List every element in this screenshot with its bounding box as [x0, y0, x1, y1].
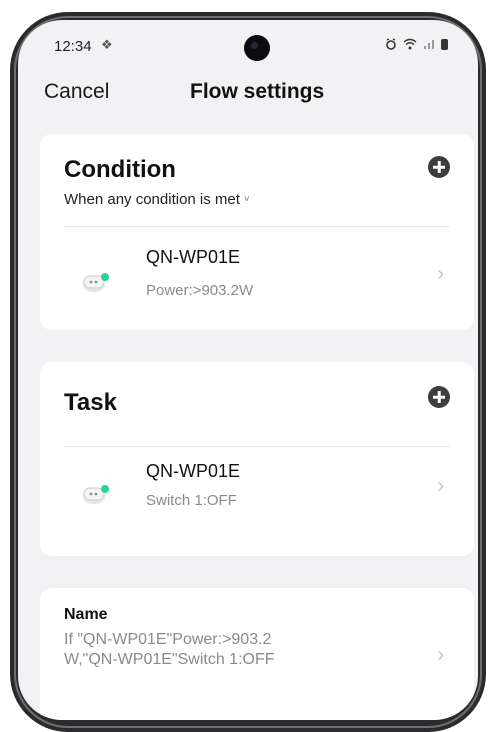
smart-plug-icon — [83, 485, 109, 504]
page-title: Flow settings — [190, 80, 325, 103]
task-item[interactable]: QN-WP01E Switch 1:OFF › — [40, 447, 474, 547]
chevron-right-icon: › — [437, 475, 444, 497]
front-camera — [244, 35, 270, 61]
alarm-icon — [386, 38, 396, 50]
nav-header: Cancel Flow settings — [18, 78, 478, 118]
name-label: Name — [64, 606, 108, 623]
name-value: If "QN-WP01E"Power:>903.2W,"QN-WP01E"Swi… — [64, 631, 275, 668]
vibrate-icon: ❖ — [101, 37, 113, 52]
smart-plug-icon — [83, 273, 109, 292]
chevron-right-icon: › — [437, 263, 444, 285]
task-title: Task — [64, 389, 117, 416]
condition-card: Condition When any condition is met ˅ QN-… — [40, 134, 474, 330]
status-icons — [385, 38, 448, 50]
task-card: Task QN-WP01E Switch 1:OFF › — [40, 362, 474, 556]
chevron-down-icon: ˅ — [243, 194, 250, 205]
cancel-button[interactable]: Cancel — [44, 80, 109, 104]
wifi-icon — [403, 38, 417, 50]
condition-mode-selector[interactable]: When any condition is met ˅ — [64, 191, 250, 208]
device-name: QN-WP01E — [146, 247, 241, 267]
status-time: 12:34 — [54, 38, 92, 55]
status-bar: 12:34 ❖ — [18, 20, 478, 72]
screen: 12:34 ❖ Cancel Flow settings Condition W… — [18, 20, 478, 720]
name-card[interactable]: Name If "QN-WP01E"Power:>903.2W,"QN-WP01… — [40, 588, 474, 720]
device-name: QN-WP01E — [146, 461, 241, 481]
device-detail: Switch 1:OFF — [146, 492, 237, 509]
battery-icon — [441, 38, 448, 50]
add-condition-icon[interactable] — [428, 156, 450, 178]
phone-frame: 12:34 ❖ Cancel Flow settings Condition W… — [0, 0, 493, 732]
signal-icon — [424, 40, 434, 49]
device-detail: Power:>903.2W — [146, 282, 254, 299]
condition-mode-label: When any condition is met — [64, 191, 240, 208]
add-task-icon[interactable] — [428, 386, 450, 408]
chevron-right-icon: › — [437, 644, 444, 666]
condition-item[interactable]: QN-WP01E Power:>903.2W › — [40, 227, 474, 327]
condition-title: Condition — [64, 156, 176, 183]
